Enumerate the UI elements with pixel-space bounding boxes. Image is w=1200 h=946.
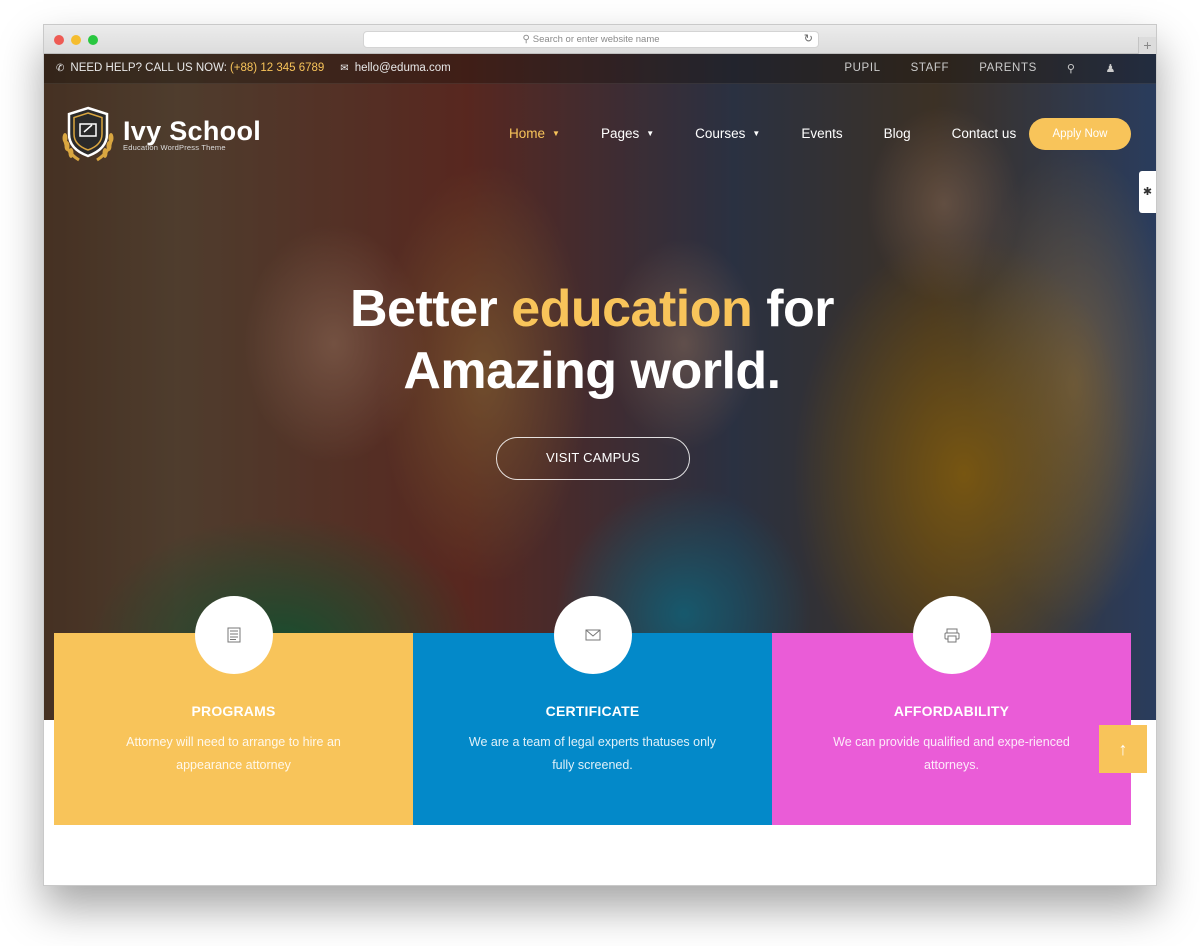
topbar-link-pupil[interactable]: PUPIL	[844, 62, 880, 75]
logo-title: Ivy School	[123, 115, 262, 146]
caret-down-icon: ▼	[552, 129, 560, 138]
headline-line-2: Amazing world.	[403, 342, 781, 400]
nav-item-events[interactable]: Events	[801, 126, 842, 141]
help-text: NEED HELP? CALL US NOW:	[70, 62, 227, 74]
feature-card-certificate[interactable]: CERTIFICATE We are a team of legal exper…	[413, 596, 772, 825]
scroll-to-top-button[interactable]: ↑	[1099, 725, 1147, 773]
reload-icon[interactable]: ↻	[804, 32, 813, 47]
nav-label: Contact us	[951, 126, 1017, 141]
nav-label: Pages	[600, 126, 640, 141]
nav-label: Events	[801, 126, 843, 141]
search-icon: ⚲	[522, 34, 530, 45]
features-row: PROGRAMS Attorney will need to arrange t…	[54, 596, 1131, 825]
feature-title: AFFORDABILITY	[893, 703, 1010, 719]
address-placeholder: Search or enter website name	[532, 34, 660, 45]
feature-card-affordability[interactable]: AFFORDABILITY We can provide qualified a…	[772, 596, 1131, 825]
topbar-link-staff[interactable]: STAFF	[911, 62, 950, 75]
main-navbar: Ivy School Education WordPress Theme Hom…	[44, 104, 1156, 164]
nav-item-home[interactable]: Home ▼	[509, 126, 560, 141]
nav-label: Blog	[883, 126, 911, 141]
nav-item-blog[interactable]: Blog	[884, 126, 911, 141]
document-icon	[227, 627, 240, 643]
caret-down-icon: ▼	[646, 129, 655, 138]
top-info-bar: ✆ NEED HELP? CALL US NOW: (+88) 12 345 6…	[44, 54, 1156, 84]
feature-icon-circle	[194, 596, 273, 674]
topbar-link-parents[interactable]: PARENTS	[979, 62, 1037, 75]
headline-text: for	[752, 280, 835, 338]
headline-text: Better	[349, 280, 512, 338]
hero-headline: Better education for Amazing world.	[44, 278, 1140, 402]
feature-icon-circle	[553, 596, 632, 674]
gear-icon: ✱	[1142, 186, 1153, 198]
minimize-window-button[interactable]	[71, 35, 81, 45]
mail-icon: ✉	[340, 62, 349, 74]
nav-menu: Home ▼ Pages ▼ Courses ▼ Events Blog Contac…	[509, 126, 1057, 141]
nav-item-pages[interactable]: Pages ▼	[601, 126, 654, 141]
maximize-window-button[interactable]	[88, 35, 98, 45]
shield-laurel-icon	[62, 106, 114, 162]
nav-item-contact[interactable]: Contact us	[952, 126, 1017, 141]
headline-accent: education	[511, 280, 753, 338]
caret-down-icon: ▼	[752, 129, 761, 138]
new-tab-button[interactable]: +	[1138, 37, 1156, 54]
nav-item-courses[interactable]: Courses ▼	[695, 126, 760, 141]
visit-campus-button[interactable]: VISIT CAMPUS	[496, 437, 690, 480]
phone-icon: ✆	[56, 62, 65, 74]
browser-titlebar: ⚲ Search or enter website name ↻ +	[44, 25, 1156, 54]
feature-card-programs[interactable]: PROGRAMS Attorney will need to arrange t…	[54, 596, 413, 825]
phone-link[interactable]: (+88) 12 345 6789	[230, 62, 324, 74]
search-icon[interactable]: ⚲	[1067, 62, 1076, 75]
email-link[interactable]: hello@eduma.com	[355, 62, 451, 74]
apply-now-button[interactable]: Apply Now	[1029, 118, 1131, 150]
feature-title: PROGRAMS	[191, 703, 276, 719]
side-settings-widget[interactable]: ✱	[1139, 171, 1156, 213]
close-window-button[interactable]	[54, 35, 64, 45]
feature-title: CERTIFICATE	[545, 703, 640, 719]
address-bar[interactable]: ⚲ Search or enter website name ↻	[363, 31, 819, 48]
feature-description: We can provide qualified and expe-rience…	[833, 735, 1070, 772]
feature-description: We are a team of legal experts thatuses …	[468, 735, 717, 772]
nav-label: Courses	[695, 126, 746, 141]
printer-icon	[944, 628, 959, 643]
nav-label: Home	[509, 126, 546, 141]
user-icon[interactable]: ♟	[1106, 62, 1116, 75]
feature-description: Attorney will need to arrange to hire an…	[126, 735, 341, 772]
window-controls	[54, 35, 98, 45]
envelope-icon	[585, 629, 600, 641]
feature-icon-circle	[912, 596, 991, 674]
browser-window: ⚲ Search or enter website name ↻ + ✆ NEED…	[43, 24, 1157, 886]
site-logo[interactable]: Ivy School Education WordPress Theme	[57, 104, 261, 164]
